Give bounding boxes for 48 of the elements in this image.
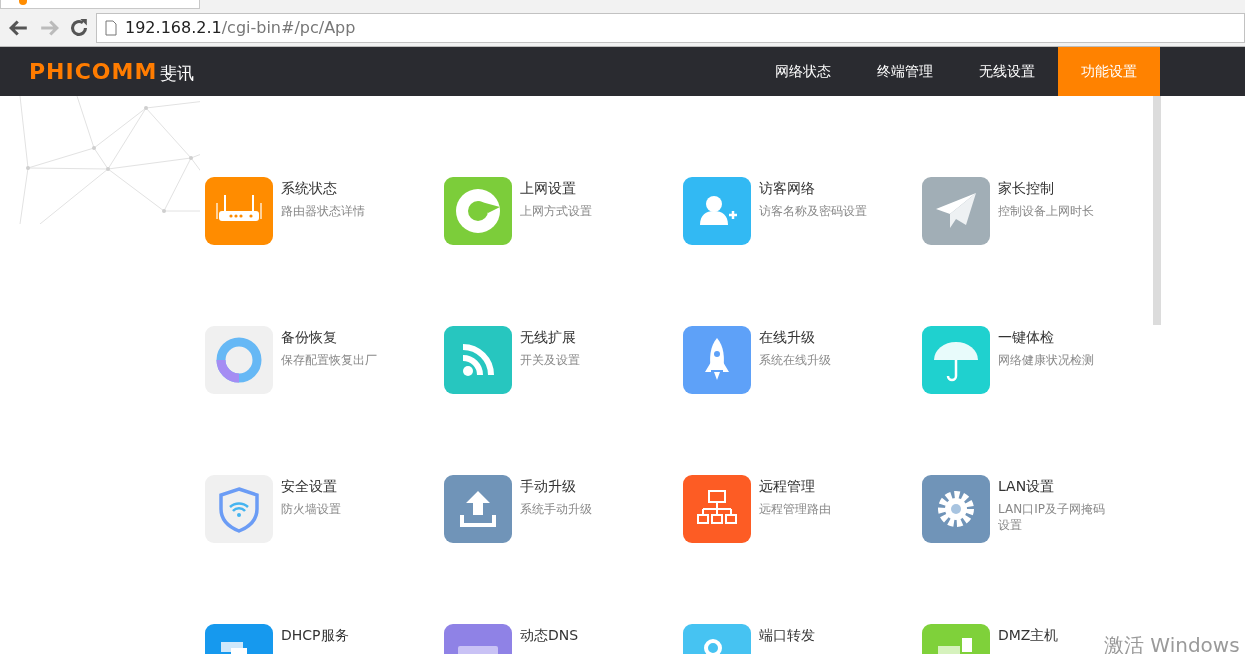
network-tree-icon[interactable]	[683, 475, 751, 543]
nav-tab[interactable]: 终端管理	[854, 47, 956, 96]
app-description: 路由器状态详情	[281, 203, 365, 219]
address-field[interactable]: 192.168.2.1/cgi-bin#/pc/App	[96, 12, 1245, 43]
brand-logo: PHICOMM	[29, 59, 158, 84]
signal-icon[interactable]	[444, 326, 512, 394]
app-title[interactable]: 在线升级	[759, 329, 831, 347]
rocket-icon[interactable]	[683, 326, 751, 394]
app-title[interactable]: 手动升级	[520, 478, 592, 496]
app-description: LAN口IP及子网掩码设置	[998, 501, 1106, 533]
app-description: 控制设备上网时长	[998, 203, 1094, 219]
app-description: 远程管理路由	[759, 501, 831, 517]
app-title[interactable]: 动态DNS	[520, 627, 579, 645]
app-title[interactable]: LAN设置	[998, 478, 1113, 496]
ring-icon[interactable]	[205, 326, 273, 394]
app-title[interactable]: 远程管理	[759, 478, 831, 496]
app-description: 开关及设置	[520, 352, 580, 368]
app-description: 网络健康状况检测	[998, 352, 1094, 368]
nav-tab[interactable]: 网络状态	[752, 47, 854, 96]
paper-plane-icon[interactable]	[922, 177, 990, 245]
add-user-icon[interactable]	[683, 177, 751, 245]
app-description: 系统在线升级	[759, 352, 831, 368]
app-title[interactable]: 上网设置	[520, 180, 592, 198]
scrollbar[interactable]	[1153, 96, 1161, 325]
umbrella-icon[interactable]	[922, 326, 990, 394]
favicon-icon	[19, 0, 27, 5]
gear-icon[interactable]	[922, 475, 990, 543]
app-title[interactable]: 一键体检	[998, 329, 1094, 347]
app-description: 上网方式设置	[520, 203, 592, 219]
app-description: 访客名称及密码设置	[759, 203, 867, 219]
nav-tab[interactable]: 无线设置	[956, 47, 1058, 96]
page-icon	[105, 19, 117, 36]
app-title[interactable]: 安全设置	[281, 478, 341, 496]
brand-name: 斐讯	[160, 62, 195, 85]
app-title[interactable]: 无线扩展	[520, 329, 580, 347]
app-title[interactable]: 访客网络	[759, 180, 867, 198]
app-title[interactable]: 备份恢复	[281, 329, 377, 347]
app-title[interactable]: 端口转发	[759, 627, 815, 645]
app-description: 系统手动升级	[520, 501, 592, 517]
app-title[interactable]: 家长控制	[998, 180, 1094, 198]
wifi-shield-icon[interactable]	[205, 475, 273, 543]
app-description: 防火墙设置	[281, 501, 341, 517]
upload-icon[interactable]	[444, 475, 512, 543]
router-icon[interactable]	[205, 177, 273, 245]
app-title[interactable]: DHCP服务	[281, 627, 349, 645]
app-title[interactable]: 系统状态	[281, 180, 365, 198]
app-description: 保存配置恢复出厂	[281, 352, 377, 368]
app-title[interactable]: DMZ主机	[998, 627, 1059, 645]
